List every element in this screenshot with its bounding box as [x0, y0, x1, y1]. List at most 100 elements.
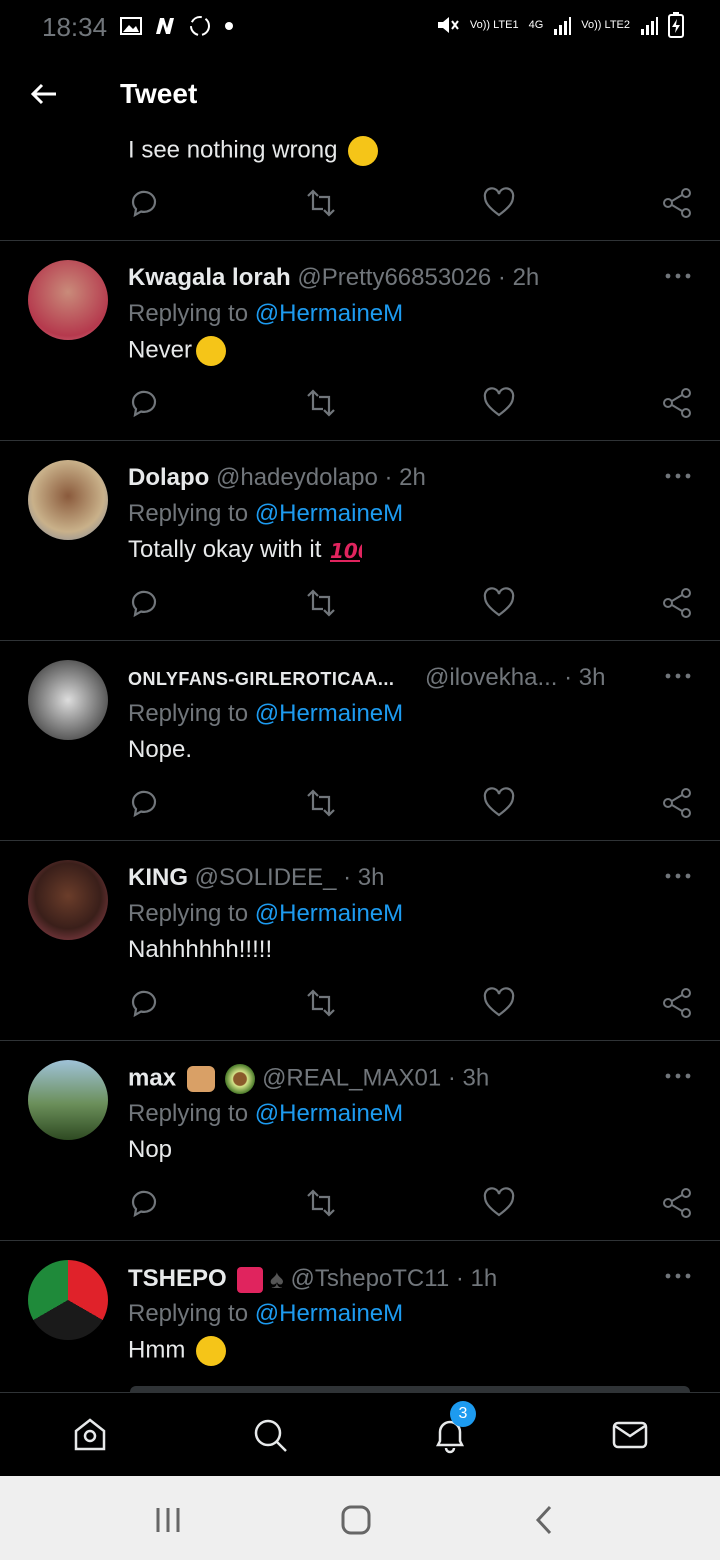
user-handle[interactable]: @hadeydolapo	[216, 464, 378, 491]
like-icon[interactable]	[482, 186, 516, 220]
replying-to: Replying to @HermaineM	[128, 1300, 403, 1328]
separator: ·	[564, 664, 573, 691]
reply-icon[interactable]	[128, 186, 162, 220]
n-app-icon	[156, 18, 174, 34]
search-icon[interactable]	[250, 1415, 290, 1455]
tweet-text-content: Nope.	[128, 736, 193, 763]
like-icon[interactable]	[482, 786, 516, 820]
display-name[interactable]: TSHEPO	[128, 1265, 227, 1292]
more-icon[interactable]	[660, 1266, 696, 1286]
system-nav-bar	[0, 1476, 720, 1560]
replying-to: Replying to @HermaineM	[128, 900, 403, 928]
back-button-icon[interactable]	[530, 1504, 558, 1536]
avatar[interactable]	[28, 260, 108, 340]
share-icon[interactable]	[660, 386, 694, 420]
reply-icon[interactable]	[128, 986, 162, 1020]
tweet-actions	[128, 186, 698, 220]
replying-to: Replying to @HermaineM	[128, 300, 403, 328]
more-icon[interactable]	[660, 466, 696, 486]
replying-to: Replying to @HermaineM	[128, 500, 403, 528]
tweet-header: ONLYFANS-GIRLEROTICAA... @ilovekha... · …	[128, 664, 606, 692]
mute-icon	[437, 17, 459, 33]
battery-charging-icon	[668, 12, 684, 38]
like-icon[interactable]	[482, 1186, 516, 1220]
retweet-icon[interactable]	[304, 586, 338, 620]
separator: ·	[455, 1264, 464, 1292]
avatar[interactable]	[28, 660, 108, 740]
replying-label: Replying to	[128, 1300, 249, 1327]
thinking-emoji-icon	[196, 1336, 226, 1366]
separator: ·	[343, 864, 352, 891]
reply-icon[interactable]	[128, 586, 162, 620]
back-arrow-icon[interactable]	[28, 78, 60, 110]
mention-link[interactable]: @HermaineM	[255, 900, 403, 927]
retweet-icon[interactable]	[304, 986, 338, 1020]
reply-icon[interactable]	[128, 1186, 162, 1220]
share-icon[interactable]	[660, 986, 694, 1020]
display-name[interactable]: Kwagala lorah	[128, 264, 291, 291]
reply-icon[interactable]	[128, 786, 162, 820]
more-icon[interactable]	[660, 666, 696, 686]
like-icon[interactable]	[482, 986, 516, 1020]
user-handle[interactable]: @ilovekha...	[425, 664, 557, 691]
page-title: Tweet	[120, 78, 198, 109]
share-icon[interactable]	[660, 186, 694, 220]
tweet-text-content: Hmm	[128, 1336, 186, 1364]
tweet[interactable]: KING @SOLIDEE_ · 3h Replying to @Hermain…	[0, 840, 720, 1041]
tweet-actions	[128, 786, 698, 820]
replying-label: Replying to	[128, 1100, 249, 1127]
share-icon[interactable]	[660, 586, 694, 620]
more-icon[interactable]	[660, 266, 696, 286]
retweet-icon[interactable]	[304, 786, 338, 820]
avatar[interactable]	[28, 1060, 108, 1140]
display-name[interactable]: max	[128, 1064, 176, 1091]
tweet[interactable]: TSHEPO ♠ @TshepoTC11 · 1h Replying to @H…	[0, 1240, 720, 1392]
home-icon[interactable]	[70, 1415, 110, 1455]
tweet-text-content: Nahhhhhh!!!!!	[128, 936, 273, 963]
tweet-time: 2h	[399, 464, 426, 491]
share-icon[interactable]	[660, 786, 694, 820]
share-icon[interactable]	[660, 1186, 694, 1220]
mention-link[interactable]: @HermaineM	[255, 1300, 403, 1327]
tweet[interactable]: Dolapo @hadeydolapo · 2h Replying to @He…	[0, 440, 720, 641]
tweet-header: Dolapo @hadeydolapo · 2h	[128, 464, 426, 492]
more-icon[interactable]	[660, 866, 696, 886]
user-handle[interactable]: @REAL_MAX01	[262, 1064, 441, 1091]
avatar[interactable]	[28, 460, 108, 540]
svg-text:100: 100	[330, 539, 362, 563]
tweet-text: Never	[128, 336, 227, 366]
retweet-icon[interactable]	[304, 386, 338, 420]
mention-link[interactable]: @HermaineM	[255, 300, 403, 327]
display-name[interactable]: KING	[128, 864, 188, 891]
mention-link[interactable]: @HermaineM	[255, 500, 403, 527]
display-name[interactable]: Dolapo	[128, 464, 209, 491]
tweet[interactable]: max @REAL_MAX01 · 3h Replying to @Hermai…	[0, 1040, 720, 1241]
like-icon[interactable]	[482, 386, 516, 420]
avatar[interactable]	[28, 1260, 108, 1340]
messages-icon[interactable]	[610, 1415, 650, 1455]
user-handle[interactable]: @TshepoTC11	[291, 1265, 450, 1292]
retweet-icon[interactable]	[304, 1186, 338, 1220]
mention-link[interactable]: @HermaineM	[255, 1100, 403, 1127]
user-handle[interactable]: @Pretty66853026	[297, 264, 491, 291]
tweet-time: 3h	[357, 864, 385, 891]
user-handle[interactable]: @SOLIDEE_	[195, 864, 337, 891]
tweet-partial[interactable]: I see nothing wrong	[0, 136, 720, 241]
tweet[interactable]: Kwagala lorah @Pretty66853026 · 2h Reply…	[0, 240, 720, 441]
tweet[interactable]: ONLYFANS-GIRLEROTICAA... @ilovekha... · …	[0, 640, 720, 841]
recent-apps-icon[interactable]	[150, 1506, 186, 1534]
tweet-text-content: Nop	[128, 1136, 173, 1163]
tweet-actions	[128, 986, 698, 1020]
more-icon[interactable]	[660, 1066, 696, 1086]
spade-icon: ♠	[270, 1264, 284, 1294]
tweet-header: TSHEPO ♠ @TshepoTC11 · 1h	[128, 1264, 497, 1295]
home-button-icon[interactable]	[340, 1504, 372, 1536]
mention-link[interactable]: @HermaineM	[255, 700, 403, 727]
display-name[interactable]: ONLYFANS-GIRLEROTICAA...	[128, 669, 394, 689]
avatar[interactable]	[28, 860, 108, 940]
reply-icon[interactable]	[128, 386, 162, 420]
tweet-text: Nop	[128, 1136, 172, 1164]
retweet-icon[interactable]	[304, 186, 338, 220]
like-icon[interactable]	[482, 586, 516, 620]
tweet-header: KING @SOLIDEE_ · 3h	[128, 864, 384, 892]
